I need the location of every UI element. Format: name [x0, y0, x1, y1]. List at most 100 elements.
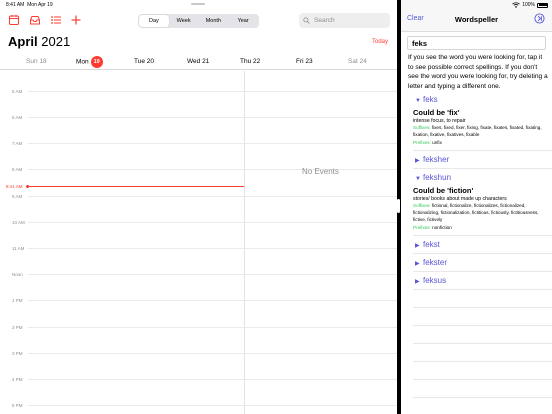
hour-label: 2 PM	[12, 325, 23, 330]
day-number: 21	[202, 58, 210, 65]
list-item-fekst[interactable]: ▶ fekst	[415, 240, 440, 249]
clear-button[interactable]: Clear	[407, 15, 424, 22]
list-item-fekster[interactable]: ▶ fekster	[415, 258, 447, 267]
row-separator	[413, 361, 552, 362]
hour-line	[28, 222, 397, 223]
disclosure-right-icon: ▶	[415, 261, 420, 267]
hour-line	[28, 248, 397, 249]
day-timeline[interactable]: 5 AM 6 AM 7 AM 8 AM 8:41 AM 9 AM 10 AM 1…	[0, 71, 397, 414]
hour-line	[28, 327, 397, 328]
list-item-feksher[interactable]: ▶ feksher	[415, 155, 449, 164]
page-title: April 2021	[8, 34, 70, 49]
day-number: 24	[359, 58, 367, 65]
tab-week[interactable]: Week	[169, 15, 199, 27]
suggestion-heading: Could be 'fiction'	[413, 186, 474, 195]
forward-circle-icon[interactable]	[534, 13, 545, 24]
day-name: Thu	[240, 58, 252, 65]
hour-label: 1 PM	[12, 298, 23, 303]
navigation-bar: 100% Wordspeller Clear	[401, 0, 552, 32]
week-strip: Sun 18 Mon 19 Tue 20 Wed 21 Thu 22 Fri 23…	[0, 54, 397, 70]
hour-label: 7 AM	[12, 141, 23, 146]
row-separator	[413, 325, 552, 326]
disclosure-down-icon: ▼	[415, 98, 421, 104]
day-fri[interactable]: Fri 23	[296, 58, 313, 65]
hour-line	[28, 143, 397, 144]
hour-label: 5 AM	[12, 89, 23, 94]
wifi-icon	[512, 2, 520, 8]
suggestion-heading: Could be 'fix'	[413, 108, 460, 117]
hour-label: 11 AM	[12, 246, 25, 251]
entry-word: fekst	[423, 240, 440, 249]
day-name: Mon	[76, 58, 89, 66]
current-time-label: 8:41 AM	[6, 184, 23, 189]
add-event-icon[interactable]	[70, 14, 82, 26]
entry-word: fekster	[423, 258, 448, 267]
inbox-icon[interactable]	[29, 14, 41, 26]
day-wed[interactable]: Wed 21	[187, 58, 209, 65]
status-time-date: 8:41 AM Mon Apr 19	[6, 2, 53, 8]
word-input[interactable]: feks	[407, 36, 546, 50]
day-number: 23	[305, 58, 313, 65]
today-button[interactable]: Today	[372, 39, 388, 45]
suggestion-prefixes: Prefixes: nonfiction	[413, 225, 543, 232]
row-separator	[413, 379, 552, 380]
split-view-divider-handle[interactable]	[397, 199, 400, 213]
tab-month[interactable]: Month	[199, 15, 229, 27]
search-placeholder: Search	[314, 17, 335, 24]
day-name: Sun	[26, 58, 38, 65]
suggestion-meaning: stories/ books about made up characters	[413, 196, 507, 202]
day-name: Sat	[348, 58, 358, 65]
row-separator	[413, 307, 552, 308]
row-separator	[413, 289, 552, 290]
row-separator	[413, 150, 552, 151]
calendars-icon[interactable]	[8, 14, 20, 26]
hour-line	[28, 274, 397, 275]
list-item-fekshun[interactable]: ▼ fekshun	[415, 173, 451, 182]
view-segmented-control: Day Week Month Year	[138, 14, 259, 28]
help-text: If you see the word you were looking for…	[408, 54, 548, 90]
battery-icon	[537, 2, 548, 8]
year-label: 2021	[41, 34, 71, 49]
list-item-feks[interactable]: ▼ feks	[415, 95, 438, 104]
prefixes-label: Prefixes:	[413, 225, 431, 230]
day-sun[interactable]: Sun 18	[26, 58, 47, 65]
tab-year[interactable]: Year	[228, 15, 258, 27]
row-separator	[413, 253, 552, 254]
status-date: Mon Apr 19	[27, 2, 53, 8]
hour-line	[28, 196, 397, 197]
tab-day[interactable]: Day	[139, 15, 169, 27]
prefixes-value: unfix	[432, 140, 442, 145]
hour-line	[28, 300, 397, 301]
detail-pane-divider	[244, 71, 245, 414]
hour-line	[28, 379, 397, 380]
suffixes-value: fictional, fictionalize, fictionalizes, …	[413, 203, 539, 222]
wordspeller-app: 100% Wordspeller Clear feks If you see t…	[401, 0, 552, 414]
day-name: Fri	[296, 58, 304, 65]
list-icon[interactable]	[50, 14, 62, 26]
day-thu[interactable]: Thu 22	[240, 58, 260, 65]
status-right: 100%	[512, 2, 548, 8]
day-name: Tue	[134, 58, 145, 65]
hour-line	[28, 117, 397, 118]
list-item-feksus[interactable]: ▶ feksus	[415, 276, 446, 285]
hour-line	[28, 353, 397, 354]
day-sat[interactable]: Sat 24	[348, 58, 367, 65]
day-number: 22	[253, 58, 261, 65]
suffixes-label: Suffixes:	[413, 203, 431, 208]
hour-label: 4 PM	[12, 377, 23, 382]
entry-word: feks	[423, 95, 438, 104]
day-name: Wed	[187, 58, 201, 65]
row-separator	[413, 271, 552, 272]
suggestion-meaning: intense focus, to repair	[413, 118, 466, 124]
entry-word: feksher	[423, 155, 450, 164]
hour-label: 9 AM	[12, 194, 23, 199]
search-input[interactable]: Search	[299, 13, 390, 28]
day-tue[interactable]: Tue 20	[134, 58, 154, 65]
hour-label: 6 AM	[12, 115, 23, 120]
disclosure-down-icon: ▼	[415, 176, 421, 182]
day-number: 18	[39, 58, 47, 65]
day-mon[interactable]: Mon 19	[76, 56, 103, 68]
suggestion-suffixes: Suffixes: fixes, fixed, fixer, fixing, f…	[413, 125, 543, 139]
multitasking-handle[interactable]	[191, 3, 205, 5]
disclosure-right-icon: ▶	[415, 243, 420, 249]
